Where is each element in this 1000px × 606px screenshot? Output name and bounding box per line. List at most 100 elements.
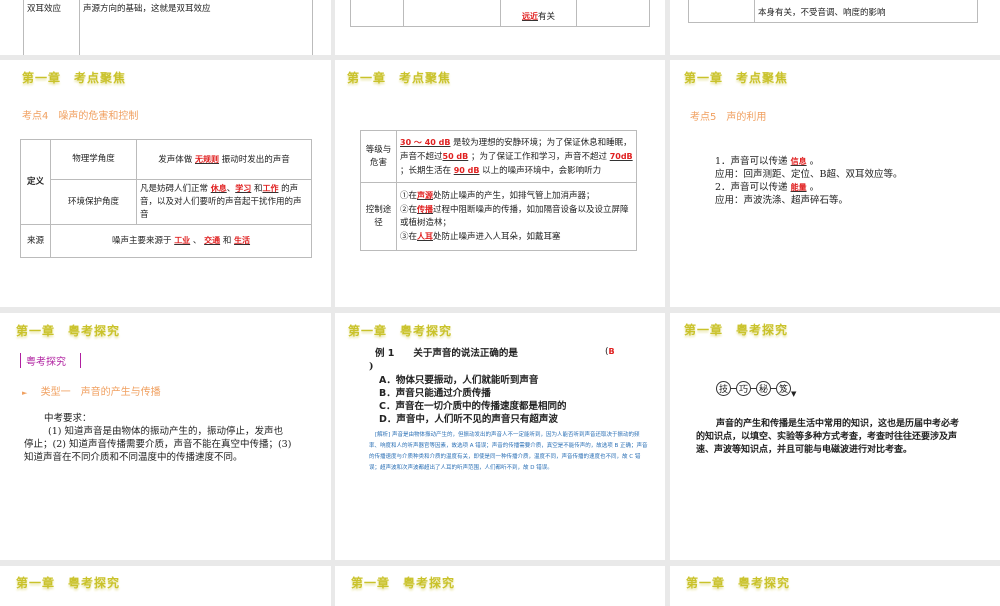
text: ；长期生活在 [400, 165, 452, 176]
cell-text: 声源方向的基础，这就是双耳效应 [79, 0, 313, 55]
slide-thumbnail-8[interactable]: 第一章 粤考探究 例 1 关于声音的说法正确的是 (B ) A．物体只要振动，人… [335, 313, 665, 560]
blank-answer: 声源 [417, 191, 434, 200]
sound-use-text: 1．声音可以传递 信息 。 应用：回声测距、定位、B超、双耳效应等。 2．声音可… [715, 155, 975, 207]
text: ①在 [400, 191, 418, 201]
slide-thumbnail-11[interactable]: 第一章 粤考探究 [335, 566, 665, 606]
slide-title: 第一章 粤考探究 [16, 576, 121, 590]
option: B．声音只能通过介质传播 [379, 388, 491, 399]
table: 本身有关，不受音调、响度的影响 [688, 0, 978, 23]
option: C．声音在一切介质中的传播速度都是相同的 [379, 401, 567, 412]
blank-answer: 工业 [174, 236, 191, 245]
text: 、 [192, 236, 202, 246]
slide-thumbnail-3[interactable]: 本身有关，不受音调、响度的影响 [670, 0, 1000, 55]
slide-thumbnail-4[interactable]: 第一章 考点聚焦 考点4 噪声的危害和控制 定义 物理学角度 发声体做 无规则 … [0, 60, 331, 307]
blank-answer: 30 ～ 40 dB [400, 137, 451, 147]
row-label: 环境保护角度 [50, 179, 137, 225]
slide-thumbnail-6[interactable]: 第一章 考点聚焦 考点5 声的利用 1．声音可以传递 信息 。 应用：回声测距、… [670, 60, 1000, 307]
text: 发声体做 [158, 154, 193, 165]
blank-answer: 90 dB [453, 165, 480, 175]
slide-title: 第一章 粤考探究 [351, 576, 456, 590]
text: 过程中阻断噪声的传播，如加隔音设备以及设立屏障或植树造林； [400, 205, 629, 228]
table: 双耳效应 声源方向的基础，这就是双耳效应 [23, 0, 313, 55]
analysis: [解析] 声音是由物体振动产生的，但振动发出的声音人不一定能听到，因为人能否听到… [369, 430, 649, 474]
slide-thumbnail-1[interactable]: 双耳效应 声源方向的基础，这就是双耳效应 [0, 0, 331, 55]
arrow-down-icon: ▼ [791, 390, 797, 398]
blank-answer: 信息 [790, 157, 807, 166]
blank-answer: 学习 [235, 184, 252, 193]
slide-title: 第一章 粤考探究 [16, 324, 121, 338]
text: 处防止噪声的产生，如排气管上加消声器； [433, 191, 595, 201]
row-label: 物理学角度 [50, 139, 137, 180]
answer: B [608, 347, 615, 356]
text: 类型一 声音的产生与传播 [40, 387, 161, 398]
text: 2．声音可以传递 [715, 182, 788, 193]
text: 噪声主要来源于 [111, 236, 172, 246]
slide-title: 第一章 粤考探究 [348, 324, 453, 338]
type-heading: ► 类型一 声音的产生与传播 [22, 383, 161, 398]
slide-thumbnail-2[interactable]: 远近有关 [335, 0, 665, 55]
section-label: 粤考探究 [20, 353, 81, 368]
text: ③在 [400, 232, 418, 242]
slide-title: 第一章 考点聚焦 [22, 71, 127, 85]
blank-answer: 工作 [262, 184, 279, 193]
blank-answer: 交通 [204, 236, 221, 245]
text: (1) 知道声音是由物体的振动产生的，振动停止，发声也停止；(2) 知道声音传播… [24, 426, 292, 463]
tip-char: 笈 [776, 380, 791, 396]
text: 应用：回声测距、定位、B超、双耳效应等。 [715, 169, 903, 180]
tips-text: 声音的产生和传播是生活中常用的知识，这也是历届中考必考的知识点，以填空、实验等多… [696, 419, 960, 455]
blank-answer: 远近 [521, 12, 538, 21]
blank-answer: 人耳 [417, 232, 434, 241]
tip-char: 技 [716, 380, 731, 396]
text: 和 [222, 236, 232, 246]
noise-table: 定义 物理学角度 发声体做 无规则 振动时发出的声音 环境保护角度 凡是妨碍人们… [20, 139, 312, 258]
slide-thumbnail-5[interactable]: 第一章 考点聚焦 等级与危害 30 ～ 40 dB 是较为理想的安静环境；为了保… [335, 60, 665, 307]
tip-char: 秘 [756, 380, 771, 396]
slide-title: 第一章 考点聚焦 [684, 71, 789, 85]
cell-label: 双耳效应 [23, 0, 80, 55]
blank-answer: 传播 [417, 205, 434, 214]
arrow-icon: ► [22, 389, 28, 397]
text: 1．声音可以传递 [715, 156, 788, 167]
slide-subtitle: 考点5 声的利用 [690, 112, 767, 123]
cell-text: 有关 [537, 12, 555, 22]
blank-answer: 50 dB [442, 151, 469, 161]
slide-title: 第一章 考点聚焦 [347, 71, 452, 85]
text: [解析] [375, 432, 391, 438]
options: A．物体只要振动，人们就能听到声音 B．声音只能通过介质传播 C．声音在一切介质… [379, 374, 566, 426]
slide-subtitle: 考点4 噪声的危害和控制 [22, 111, 139, 122]
def-label: 定义 [20, 139, 51, 225]
slide-thumbnail-9[interactable]: 第一章 粤考探究 技 巧 秘 笈 ▼ 声音的产生和传播是生活中常用的知识，这也是… [670, 313, 1000, 560]
question: 例 1 关于声音的说法正确的是 [375, 348, 518, 359]
text: ；为了保证工作和学习，声音不超过 [470, 151, 607, 162]
text: 。 [809, 156, 820, 167]
requirements: 中考要求： (1) 知道声音是由物体的振动产生的，振动停止，发声也停止；(2) … [24, 412, 292, 464]
cell-text: 本身有关，不受音调、响度的影响 [754, 0, 978, 23]
blank-answer: 生活 [234, 236, 251, 245]
option: A．物体只要振动，人们就能听到声音 [379, 375, 539, 386]
option: D．声音中，人们听不见的声音只有超声波 [379, 414, 558, 425]
table: 远近有关 [350, 0, 650, 27]
noise-control-table: 等级与危害 30 ～ 40 dB 是较为理想的安静环境；为了保证休息和睡眠，声音… [360, 130, 637, 251]
tips-badge: 技 巧 秘 笈 ▼ [716, 378, 796, 398]
text: 。 [809, 182, 820, 193]
text: 中考要求： [44, 413, 92, 424]
text: 、 [226, 184, 236, 194]
text: 应用：声波洗涤、超声碎石等。 [715, 195, 849, 206]
text: 振动时发出的声音 [221, 154, 290, 165]
row-label: 来源 [20, 224, 51, 258]
row-label: 控制途径 [360, 182, 397, 251]
blank-answer: 无规则 [195, 154, 219, 164]
text: ②在 [400, 205, 418, 215]
text: 以上的噪声环境中，会影响听力 [482, 165, 602, 176]
text: 声音是由物体振动产生的，但振动发出的声音人不一定能听到，因为人能否听到声音还取决… [369, 432, 648, 471]
tip-char: 巧 [736, 380, 751, 396]
slide-thumbnail-12[interactable]: 第一章 粤考探究 [670, 566, 1000, 606]
slide-thumbnail-7[interactable]: 第一章 粤考探究 粤考探究 ► 类型一 声音的产生与传播 中考要求： (1) 知… [0, 313, 331, 560]
slide-title: 第一章 粤考探究 [684, 323, 789, 337]
blank-answer: 70dB [609, 151, 633, 161]
blank-answer: 休息 [210, 184, 227, 193]
text: 处防止噪声进入人耳朵，如戴耳塞 [433, 232, 561, 242]
text: 凡是妨碍人们正常 [140, 184, 209, 194]
slide-thumbnail-10[interactable]: 第一章 粤考探究 [0, 566, 331, 606]
row-label: 等级与危害 [360, 130, 397, 183]
